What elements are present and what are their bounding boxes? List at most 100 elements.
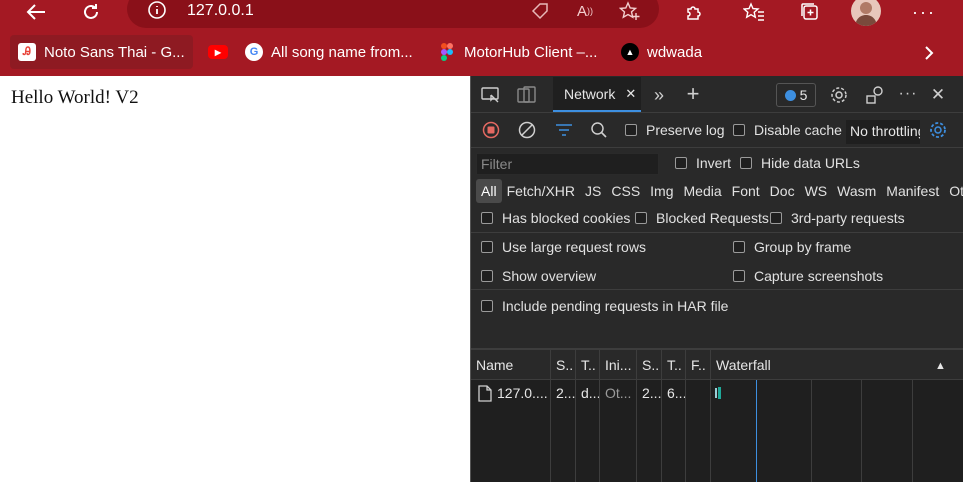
clear-icon[interactable] [514,117,540,143]
network-settings-icon[interactable] [925,117,951,143]
show-overview-box[interactable] [481,270,493,282]
hide-data-urls-checkbox[interactable]: Hide data URLs [740,155,860,171]
invert-checkbox[interactable]: Invert [675,155,731,171]
include-pending-box[interactable] [481,300,493,312]
customize-icon[interactable] [862,82,888,108]
extensions-icon[interactable] [678,0,710,24]
type-filter-fetch-xhr[interactable]: Fetch/XHR [502,179,580,203]
tag-icon[interactable] [529,0,551,22]
column-header-time[interactable]: T.. [662,350,686,381]
page-content-text: Hello World! V2 [11,87,139,108]
read-aloud-icon[interactable]: A)) [574,0,596,22]
column-header-waterfall[interactable]: Waterfall [711,350,963,381]
tab-network[interactable]: Network ✕ [553,77,641,112]
address-url[interactable]: 127.0.0.1 [187,2,254,20]
close-devtools-icon[interactable]: ✕ [925,82,951,108]
refresh-button[interactable] [75,0,107,24]
show-overview-checkbox[interactable]: Show overview [481,268,596,284]
issues-badge[interactable]: 5 [776,83,816,107]
disable-cache-checkbox[interactable]: Disable cache [733,122,842,138]
blocked-requests-label: Blocked Requests [656,210,769,226]
type-filter-doc[interactable]: Doc [765,179,800,203]
third-party-requests-box[interactable] [770,212,782,224]
preserve-log-box[interactable] [625,124,637,136]
search-icon[interactable] [586,117,612,143]
include-pending-label: Include pending requests in HAR file [502,298,729,314]
preserve-log-checkbox[interactable]: Preserve log [625,122,725,138]
address-bar[interactable]: 127.0.0.1 A)) [127,0,659,28]
figma-icon [438,43,456,61]
site-info-icon[interactable] [147,0,167,20]
group-by-frame-box[interactable] [733,241,745,253]
bookmark-label: wdwada [647,43,703,61]
column-header-initiator[interactable]: Ini... [600,350,637,381]
bookmark-youtube[interactable]: ▶ [200,35,236,69]
column-header-name[interactable]: Name [471,350,551,381]
network-settings-panel: Use large request rows Group by frame Sh… [471,232,963,349]
record-stop-icon[interactable] [478,117,504,143]
type-filter-js[interactable]: JS [580,179,606,203]
filter-input[interactable]: Filter [476,153,659,175]
google-fonts-icon: Ꭿ [18,43,36,61]
more-options-icon[interactable]: ··· [908,0,940,24]
bookmark-wdwada[interactable]: ▲ wdwada [613,35,710,69]
filter-icon[interactable] [551,117,577,143]
column-header-size[interactable]: S.. [637,350,662,381]
blocked-requests-box[interactable] [635,212,647,224]
capture-screenshots-checkbox[interactable]: Capture screenshots [733,268,883,284]
type-filter-wasm[interactable]: Wasm [832,179,881,203]
resource-type-filters: All Fetch/XHR JS CSS Img Media Font Doc … [476,179,963,203]
chevron-right-icon[interactable] [913,41,945,65]
bookmark-noto-sans-thai[interactable]: Ꭿ Noto Sans Thai - G... [10,35,193,69]
more-menu-icon[interactable]: ··· [895,81,921,107]
cell-fulfilled [686,380,711,406]
invert-label: Invert [696,155,732,171]
sort-ascending-icon[interactable]: ▲ [935,360,946,372]
close-tab-icon[interactable]: ✕ [625,86,636,102]
type-filter-font[interactable]: Font [727,179,765,203]
large-rows-box[interactable] [481,241,493,253]
type-filter-other[interactable]: Other [944,179,963,203]
has-blocked-cookies-box[interactable] [481,212,493,224]
large-rows-checkbox[interactable]: Use large request rows [481,239,646,255]
type-filter-all[interactable]: All [476,179,502,203]
favorites-icon[interactable] [738,0,770,24]
profile-avatar[interactable] [851,0,881,26]
disable-cache-label: Disable cache [754,122,842,138]
document-icon [478,385,492,405]
inspect-element-icon[interactable] [478,82,504,108]
youtube-icon: ▶ [208,45,228,59]
hide-data-urls-box[interactable] [740,157,752,169]
type-filter-img[interactable]: Img [645,179,678,203]
bookmark-song-names[interactable]: G All song name from... [237,35,421,69]
collections-icon[interactable] [794,0,826,24]
capture-screenshots-box[interactable] [733,270,745,282]
back-button[interactable] [20,0,52,24]
settings-gear-icon[interactable] [826,82,852,108]
third-party-requests-checkbox[interactable]: 3rd-party requests [770,210,905,226]
blocked-requests-checkbox[interactable]: Blocked Requests [635,210,769,226]
device-emulation-icon[interactable] [514,82,540,108]
group-by-frame-checkbox[interactable]: Group by frame [733,239,851,255]
add-tab-icon[interactable]: + [680,81,706,107]
include-pending-checkbox[interactable]: Include pending requests in HAR file [481,298,728,314]
type-filter-ws[interactable]: WS [800,179,833,203]
type-filter-css[interactable]: CSS [606,179,645,203]
more-tabs-icon[interactable]: » [646,82,672,108]
throttling-select[interactable]: No throttling [846,120,920,144]
column-header-type[interactable]: T.. [576,350,600,381]
has-blocked-cookies-checkbox[interactable]: Has blocked cookies [481,210,630,226]
page-viewport: Hello World! V2 [0,76,470,482]
bookmark-motorhub[interactable]: MotorHub Client –... [430,35,605,69]
cell-initiator: Ot... [600,380,637,406]
column-header-status[interactable]: S.. [551,350,576,381]
preserve-log-label: Preserve log [646,122,725,138]
column-header-fulfilled[interactable]: F.. [686,350,711,381]
browser-toolbar: 127.0.0.1 A)) ··· [0,0,963,31]
disable-cache-box[interactable] [733,124,745,136]
type-filter-media[interactable]: Media [679,179,727,203]
type-filter-manifest[interactable]: Manifest [881,179,944,203]
show-overview-label: Show overview [502,268,597,284]
invert-box[interactable] [675,157,687,169]
favorite-add-icon[interactable] [619,0,641,22]
